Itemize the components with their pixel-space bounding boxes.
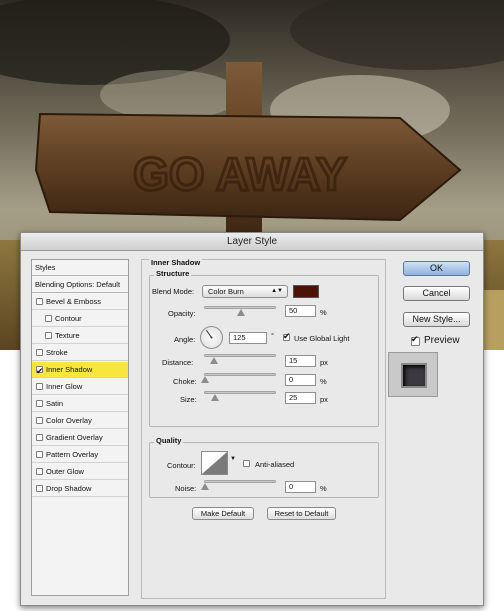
contour-dropdown-icon[interactable]: ▼ <box>230 456 236 462</box>
style-item-gradient-overlay[interactable]: Gradient Overlay <box>32 430 128 446</box>
distance-unit: px <box>320 358 328 367</box>
choke-field[interactable]: 0 <box>285 374 316 386</box>
noise-field[interactable]: 0 <box>285 481 316 493</box>
checkbox-inner-glow[interactable] <box>36 383 43 390</box>
sign-text: GO AWAY <box>133 148 347 200</box>
angle-field[interactable]: 125 <box>229 332 267 344</box>
opacity-slider-thumb[interactable] <box>237 309 245 316</box>
use-global-light-checkbox[interactable] <box>283 331 291 342</box>
checkbox-stroke[interactable] <box>36 349 43 356</box>
style-label: Satin <box>46 399 64 408</box>
opacity-label: Opacity: <box>168 309 196 318</box>
contour-label: Contour: <box>167 461 196 470</box>
style-item-inner-shadow[interactable]: Inner Shadow <box>32 362 128 379</box>
checkbox-contour[interactable] <box>45 315 52 322</box>
style-label: Inner Shadow <box>46 365 93 374</box>
choke-unit: % <box>320 377 327 386</box>
layer-style-dialog: Layer Style Styles Blending Options: Def… <box>20 232 484 606</box>
checkbox-gradient-overlay[interactable] <box>36 434 43 441</box>
distance-label: Distance: <box>162 358 194 367</box>
dialog-title: Layer Style <box>21 233 483 251</box>
choke-slider-thumb[interactable] <box>201 376 209 383</box>
distance-slider-thumb[interactable] <box>210 357 218 364</box>
style-label: Texture <box>55 331 80 340</box>
preview-checkbox[interactable] <box>411 334 420 346</box>
size-field[interactable]: 25 <box>285 392 316 404</box>
ok-button[interactable]: OK <box>403 261 470 276</box>
blend-mode-value: Color Burn <box>208 287 244 296</box>
checkbox-bevel-emboss[interactable] <box>36 298 43 305</box>
angle-label: Angle: <box>174 335 196 344</box>
style-item-stroke[interactable]: Stroke <box>32 345 128 361</box>
style-preview <box>388 352 438 397</box>
noise-label: Noise: <box>175 484 197 493</box>
checkbox-inner-shadow[interactable] <box>36 363 44 379</box>
size-slider-thumb[interactable] <box>211 394 219 401</box>
checkbox-color-overlay[interactable] <box>36 417 43 424</box>
style-item-pattern-overlay[interactable]: Pattern Overlay <box>32 447 128 463</box>
angle-unit: ° <box>271 331 274 340</box>
style-item-bevel-emboss[interactable]: Bevel & Emboss <box>32 294 128 310</box>
style-item-outer-glow[interactable]: Outer Glow <box>32 464 128 480</box>
choke-label: Choke: <box>173 377 197 386</box>
checkbox-drop-shadow[interactable] <box>36 485 43 492</box>
style-item-drop-shadow[interactable]: Drop Shadow <box>32 481 128 497</box>
style-label: Bevel & Emboss <box>46 297 102 306</box>
style-item-contour[interactable]: Contour <box>32 311 128 327</box>
opacity-slider[interactable] <box>204 306 276 316</box>
style-item-texture[interactable]: Texture <box>32 328 128 344</box>
style-preview-swatch <box>401 363 427 388</box>
distance-field[interactable]: 15 <box>285 355 316 367</box>
checkbox-pattern-overlay[interactable] <box>36 451 43 458</box>
checkbox-satin[interactable] <box>36 400 43 407</box>
reset-default-button[interactable]: Reset to Default <box>267 507 336 520</box>
blending-options-item[interactable]: Blending Options: Default <box>32 277 128 293</box>
size-slider[interactable] <box>204 391 276 401</box>
angle-dial[interactable] <box>200 326 223 349</box>
style-label: Pattern Overlay <box>46 450 99 459</box>
blend-mode-label: Blend Mode: <box>152 287 195 296</box>
style-item-color-overlay[interactable]: Color Overlay <box>32 413 128 429</box>
checkbox-texture[interactable] <box>45 332 52 339</box>
noise-slider[interactable] <box>201 480 276 490</box>
make-default-button[interactable]: Make Default <box>192 507 254 520</box>
updown-arrow-icon: ▲▼ <box>271 288 283 294</box>
anti-aliased-checkbox[interactable] <box>243 460 250 467</box>
style-label: Gradient Overlay <box>46 433 103 442</box>
cancel-button[interactable]: Cancel <box>403 286 470 301</box>
opacity-field[interactable]: 50 <box>285 305 316 317</box>
distance-slider[interactable] <box>204 354 276 364</box>
section-title: Inner Shadow <box>149 258 203 267</box>
structure-title: Structure <box>154 269 192 278</box>
styles-header[interactable]: Styles <box>32 260 128 276</box>
checkbox-outer-glow[interactable] <box>36 468 43 475</box>
style-label: Color Overlay <box>46 416 92 425</box>
noise-slider-thumb[interactable] <box>201 483 209 490</box>
style-label: Outer Glow <box>46 467 84 476</box>
contour-curve-icon <box>202 452 227 474</box>
style-item-inner-glow[interactable]: Inner Glow <box>32 379 128 395</box>
choke-slider[interactable] <box>201 373 276 383</box>
angle-dial-needle <box>205 329 213 339</box>
preview-label: Preview <box>424 335 460 346</box>
style-label: Inner Glow <box>46 382 83 391</box>
style-item-satin[interactable]: Satin <box>32 396 128 412</box>
inner-shadow-panel: Inner Shadow Structure Blend Mode: Color… <box>141 258 386 599</box>
new-style-button[interactable]: New Style... <box>403 312 470 327</box>
size-unit: px <box>320 395 328 404</box>
size-label: Size: <box>180 395 197 404</box>
style-label: Stroke <box>46 348 68 357</box>
blend-mode-select[interactable]: Color Burn ▲▼ <box>202 285 288 298</box>
anti-aliased-label: Anti-aliased <box>255 460 295 469</box>
contour-picker[interactable] <box>201 451 228 475</box>
styles-panel: Styles Blending Options: Default Bevel &… <box>31 259 129 596</box>
use-global-light-label: Use Global Light <box>294 334 350 343</box>
style-label: Drop Shadow <box>46 484 92 493</box>
style-label: Contour <box>55 314 82 323</box>
shadow-color-swatch[interactable] <box>293 285 319 298</box>
noise-unit: % <box>320 484 327 493</box>
quality-title: Quality <box>154 436 184 445</box>
opacity-unit: % <box>320 308 327 317</box>
